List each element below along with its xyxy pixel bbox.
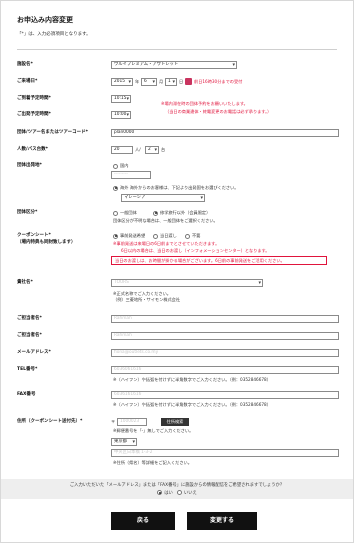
newsletter-question: ご入力いただいた「メールアドレス」または「FAX番号」に施設からの情報配信をご希… <box>69 483 285 488</box>
origin-option-overseas[interactable]: 海外 海外からのお客様は、下記より出発国をお選びください。 <box>113 185 239 191</box>
tel-label: TEL番号* <box>17 367 38 372</box>
bus-unit: 台 <box>161 147 166 152</box>
country-select[interactable]: マレーシア <box>121 194 205 202</box>
radio-sameday[interactable] <box>153 233 158 239</box>
newsletter-yes[interactable]: はい <box>157 490 173 496</box>
category-member-label: 修学旅行以外（会員限定） <box>160 210 211 215</box>
company-note-2: （例）三菱地所・サイモン株式会社 <box>113 297 181 302</box>
month-unit: 月 <box>159 79 164 84</box>
pref-select[interactable]: 東京都 <box>111 438 137 446</box>
coupon-option-none[interactable]: 不要 <box>185 233 200 239</box>
origin-domestic-label: 国内 <box>120 163 129 168</box>
page-title: お申込み内容変更 <box>17 16 73 24</box>
radio-pre[interactable] <box>113 233 118 239</box>
category-option-member[interactable]: 修学旅行以外（会員限定） <box>153 210 210 216</box>
newsletter-band: ご入力いただいた「メールアドレス」または「FAX番号」に施設からの情報配信をご希… <box>1 479 353 499</box>
category-note: 団体区分が不明な場合は、一般団体をご選択ください。 <box>113 218 218 223</box>
required-note: 「*」は、入力必須項目となります。 <box>17 32 91 37</box>
day-select[interactable]: 1 <box>165 78 177 86</box>
coupon-none-label: 不要 <box>192 233 201 238</box>
coupon-option-sameday[interactable]: 当日渡し <box>153 233 177 239</box>
submit-button[interactable]: 変更する <box>187 512 257 530</box>
month-select[interactable]: 6 <box>141 78 157 86</box>
radio-domestic[interactable] <box>113 163 118 169</box>
coupon-note-2: 6日以内の場合は、当日のお渡し（インフォメーションセンター）となります。 <box>121 248 270 253</box>
fax-label: FAX番号 <box>17 392 36 397</box>
people-input[interactable]: 20 <box>111 146 133 154</box>
domestic-select[interactable]: --------- <box>111 171 151 179</box>
company-label: 貴社名* <box>17 280 33 285</box>
arrival-label: ご到着予定時間* <box>17 96 51 101</box>
date-note: 前日16時30分までの受付 <box>194 79 243 84</box>
page-frame: お申込み内容変更 「*」は、入力必須項目となります。 施設名* ウルイプレミアム… <box>0 0 354 543</box>
origin-option-domestic[interactable]: 国内 <box>113 163 128 169</box>
email-input[interactable]: fiona@outlets.co.my <box>111 349 339 357</box>
tour-label: 団体/ツアー名またはツアーコード* <box>17 130 88 135</box>
email-label: メールアドレス* <box>17 350 51 355</box>
depart-label: ご出発予定時間* <box>17 112 51 117</box>
calendar-icon[interactable] <box>185 78 192 85</box>
zip-note: ※郵便番号を「-」無しでご入力ください。 <box>113 428 194 433</box>
newsletter-yes-label: はい <box>164 491 173 496</box>
tour-input[interactable]: plan0000 <box>111 129 339 137</box>
category-label: 団体区分* <box>17 210 38 215</box>
category-general-label: 一般団体 <box>120 210 137 215</box>
contact-input[interactable]: Rahmah <box>111 315 339 323</box>
company-select[interactable]: TOURS <box>111 279 263 287</box>
hotel-select[interactable]: ウルイプレミアム・アウトレット <box>111 61 237 69</box>
fax-note: ※（ハイフン）や括弧を付けずに半角数字でご入力ください。（例：035284667… <box>113 402 271 407</box>
zip-input[interactable]: 1000023 <box>117 418 147 426</box>
radio-member[interactable] <box>153 210 158 216</box>
contact2-label: ご担当者名* <box>17 333 42 338</box>
day-unit: 日 <box>179 79 184 84</box>
address-search-button[interactable]: 住所検索 <box>161 418 189 426</box>
zip-prefix: 〒 <box>111 419 116 424</box>
coupon-option-pre[interactable]: 事前発送希望 <box>113 233 145 239</box>
radio-yes[interactable] <box>157 490 163 495</box>
category-option-general[interactable]: 一般団体 <box>113 210 137 216</box>
radio-overseas[interactable] <box>113 185 118 191</box>
arrival-select[interactable]: 10:15 <box>111 95 131 103</box>
divider <box>17 49 337 50</box>
radio-none[interactable] <box>185 233 190 239</box>
contact2-input[interactable]: Rahmah <box>111 332 339 340</box>
origin-label: 団体出発地* <box>17 163 42 168</box>
tel-note: ※（ハイフン）や括弧を付けずに半角数字でご入力ください。（例：035284667… <box>113 377 271 382</box>
date-label: ご来場日* <box>17 79 38 84</box>
bus-select[interactable]: 2 <box>145 146 159 154</box>
time-note-2: （当日の商業違体・終電変更のお電話は必ず承ります。） <box>165 109 272 114</box>
time-note-1: ※場内滞在時の団体予約をお願いいたします。 <box>161 101 248 106</box>
newsletter-no[interactable]: いいえ <box>176 490 197 496</box>
depart-select[interactable]: 10:00 <box>111 111 131 119</box>
coupon-sameday-label: 当日渡し <box>160 233 177 238</box>
people-unit: 人/ <box>135 147 141 152</box>
year-select[interactable]: 2015 <box>111 78 133 86</box>
coupon-warning: 当日のお渡しは、お時間が掛かる場合がございます。6日前の事前発送をご活用ください… <box>111 256 327 265</box>
coupon-pre-label: 事前発送希望 <box>120 233 146 238</box>
fax-input[interactable]: 6036161616 <box>111 391 339 399</box>
radio-no[interactable] <box>176 490 182 495</box>
address-label: 住所（クーポンシート送付先）* <box>17 419 83 424</box>
street-input[interactable]: 中央区日本橋 1-3-2 <box>111 449 339 457</box>
coupon-sublabel: （場内特典も同封致します） <box>17 240 76 245</box>
tel-input[interactable]: 6036061616 <box>111 366 339 374</box>
origin-overseas-label: 海外 海外からのお客様は、下記より出発国をお選びください。 <box>120 185 239 190</box>
people-label: 人数/バス台数* <box>17 147 48 152</box>
radio-general[interactable] <box>113 210 118 216</box>
coupon-note-1: ※事前発送は来場日の6日前までとさせていただきます。 <box>113 241 220 246</box>
newsletter-options: はい いいえ <box>1 490 353 496</box>
coupon-label: クーポンシート* <box>17 233 51 238</box>
year-unit: 年 <box>135 79 140 84</box>
company-note-1: ※正式名称でご入力ください。 <box>113 291 171 296</box>
street-note: ※住所（県名）等詳細をご記入ください。 <box>113 460 192 465</box>
back-button[interactable]: 戻る <box>111 512 175 530</box>
hotel-label: 施設名* <box>17 62 33 67</box>
contact-label: ご担当者名* <box>17 316 42 321</box>
newsletter-no-label: いいえ <box>183 491 197 496</box>
